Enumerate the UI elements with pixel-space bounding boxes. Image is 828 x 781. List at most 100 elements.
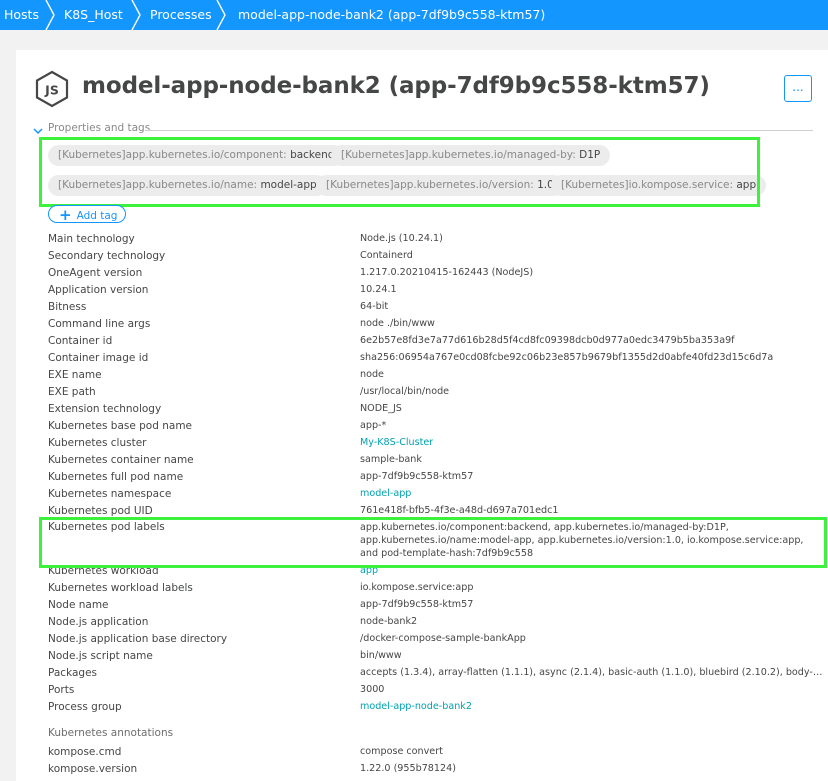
property-key: Node name <box>48 599 109 611</box>
property-row: Kubernetes base pod name app-* <box>48 420 818 437</box>
property-value: accepts (1.3.4), array-flatten (1.1.1), … <box>360 667 824 678</box>
property-value: sample-bank <box>360 454 422 465</box>
property-row: EXE name node <box>48 369 818 386</box>
property-key: Kubernetes workload labels <box>48 582 193 594</box>
divider <box>145 130 813 131</box>
property-value: sha256:06954a767e0cd08fcbe92c06b23e857b9… <box>360 352 774 363</box>
property-key: Node.js script name <box>48 650 153 662</box>
properties-section-label[interactable]: Properties and tags <box>48 122 150 134</box>
property-key: Node.js application <box>48 616 149 628</box>
property-value: /docker-compose-sample-bankApp <box>360 633 526 644</box>
property-key: EXE path <box>48 386 96 398</box>
property-key: OneAgent version <box>48 267 143 279</box>
property-row: Secondary technology Containerd <box>48 250 818 267</box>
property-key: Packages <box>48 667 97 679</box>
breadcrumb-hosts[interactable]: Hosts <box>4 0 39 30</box>
property-value: 6e2b57e8fd3e7a77d616b28d5f4cd8fc09398dcb… <box>360 335 735 346</box>
more-actions-button[interactable]: ... <box>784 75 812 102</box>
property-key: Extension technology <box>48 403 162 415</box>
property-row: Bitness 64-bit <box>48 301 818 318</box>
property-value: app-7df9b9c558-ktm57 <box>360 599 474 610</box>
property-key: EXE name <box>48 369 102 381</box>
property-row: Command line args node ./bin/www <box>48 318 818 335</box>
property-value: NODE_JS <box>360 403 402 414</box>
kubernetes-namespace-link[interactable]: model-app <box>360 488 411 499</box>
kubernetes-cluster-link[interactable]: My-K8S-Cluster <box>360 437 433 448</box>
add-tag-label: Add tag <box>76 210 118 222</box>
annotation-value: compose convert <box>360 746 443 757</box>
property-row: Main technology Node.js (10.24.1) <box>48 233 818 250</box>
breadcrumb-k8s-host[interactable]: K8S_Host <box>64 0 123 30</box>
property-key: Command line args <box>48 318 151 330</box>
annotation-row: kompose.cmd compose convert <box>48 746 818 763</box>
property-row: OneAgent version 1.217.0.20210415-162443 … <box>48 267 818 284</box>
property-row: Node.js application base directory/docke… <box>48 633 818 650</box>
property-row: Extension technology NODE_JS <box>48 403 818 420</box>
annotation-key: kompose.version <box>48 763 138 775</box>
property-key: Kubernetes container name <box>48 454 194 466</box>
add-tag-button[interactable]: + Add tag <box>48 205 126 223</box>
property-row: Kubernetes cluster My-K8S-Cluster <box>48 437 818 454</box>
property-row: Packages accepts (1.3.4), array-flatten (… <box>48 667 824 684</box>
property-value: Containerd <box>360 250 413 261</box>
property-row: Container image id sha256:06954a767e0cd08… <box>48 352 818 369</box>
property-row: Ports 3000 <box>48 684 818 701</box>
property-key: Kubernetes namespace <box>48 488 172 500</box>
annotation-value: 1.22.0 (955b78124) <box>360 763 456 774</box>
property-value: 64-bit <box>360 301 389 312</box>
property-key: Secondary technology <box>48 250 166 262</box>
highlight-frame <box>39 517 827 568</box>
process-group-link[interactable]: model-app-node-bank2 <box>360 701 472 712</box>
property-key: Application version <box>48 284 149 296</box>
property-value: Node.js (10.24.1) <box>360 233 443 244</box>
chevron-down-icon[interactable] <box>32 122 44 135</box>
property-row: Kubernetes container name sample-bank <box>48 454 818 471</box>
nodejs-icon: JS <box>34 70 70 108</box>
property-value: node-bank2 <box>360 616 418 627</box>
property-value: 10.24.1 <box>360 284 397 295</box>
property-value: 761e418f-bfb5-4f3e-a48d-d697a701edc1 <box>360 505 559 516</box>
property-value: node <box>360 369 384 380</box>
property-value: app-7df9b9c558-ktm57 <box>360 471 474 482</box>
property-key: Node.js application base directory <box>48 633 228 645</box>
property-value: 1.217.0.20210415-162443 (NodeJS) <box>360 267 534 278</box>
annotation-row: kompose.version 1.22.0 (955b78124) <box>48 763 818 780</box>
property-value: io.kompose.service:app <box>360 582 474 593</box>
property-row: Container id 6e2b57e8fd3e7a77d616b28d5f4c… <box>48 335 818 352</box>
property-key: Kubernetes pod UID <box>48 505 153 517</box>
property-value: app-* <box>360 420 387 431</box>
property-key: Bitness <box>48 301 87 313</box>
property-row: Application version 10.24.1 <box>48 284 818 301</box>
property-key: Ports <box>48 684 75 696</box>
property-row: Kubernetes namespace model-app <box>48 488 818 505</box>
property-row: Kubernetes full pod name app-7df9b9c558-k… <box>48 471 818 488</box>
breadcrumb-current-process: model-app-node-bank2 (app-7df9b9c558-ktm… <box>238 7 546 22</box>
property-key: Kubernetes base pod name <box>48 420 193 432</box>
property-value: 3000 <box>360 684 385 695</box>
property-row: Kubernetes workload labels io.kompose.ser… <box>48 582 818 599</box>
annotation-key: kompose.cmd <box>48 746 122 758</box>
breadcrumb-separator-icon <box>130 0 142 30</box>
property-value: bin/www <box>360 650 402 661</box>
property-key: Container image id <box>48 352 149 364</box>
property-row: Node.js script name bin/www <box>48 650 818 667</box>
breadcrumb-separator-icon <box>215 0 227 30</box>
property-key: Main technology <box>48 233 135 245</box>
breadcrumb-separator-icon <box>44 0 56 30</box>
property-key: Kubernetes cluster <box>48 437 147 449</box>
property-value: node ./bin/www <box>360 318 435 329</box>
annotations-section-label: Kubernetes annotations <box>48 727 174 739</box>
svg-text:JS: JS <box>44 83 59 98</box>
breadcrumb-processes[interactable]: Processes <box>150 0 212 30</box>
property-row: Node.js application node-bank2 <box>48 616 818 633</box>
property-key: Kubernetes full pod name <box>48 471 184 483</box>
property-key: Process group <box>48 701 122 713</box>
property-row: Node name app-7df9b9c558-ktm57 <box>48 599 818 616</box>
property-row: EXE path/usr/local/bin/node <box>48 386 818 403</box>
property-row: Process group model-app-node-bank2 <box>48 701 818 718</box>
breadcrumb: Hosts K8S_Host Processes model-app-node-… <box>0 0 828 30</box>
highlight-frame <box>39 137 760 207</box>
page-title: model-app-node-bank2 (app-7df9b9c558-ktm… <box>82 73 710 99</box>
property-value: /usr/local/bin/node <box>360 386 450 397</box>
property-key: Container id <box>48 335 113 347</box>
